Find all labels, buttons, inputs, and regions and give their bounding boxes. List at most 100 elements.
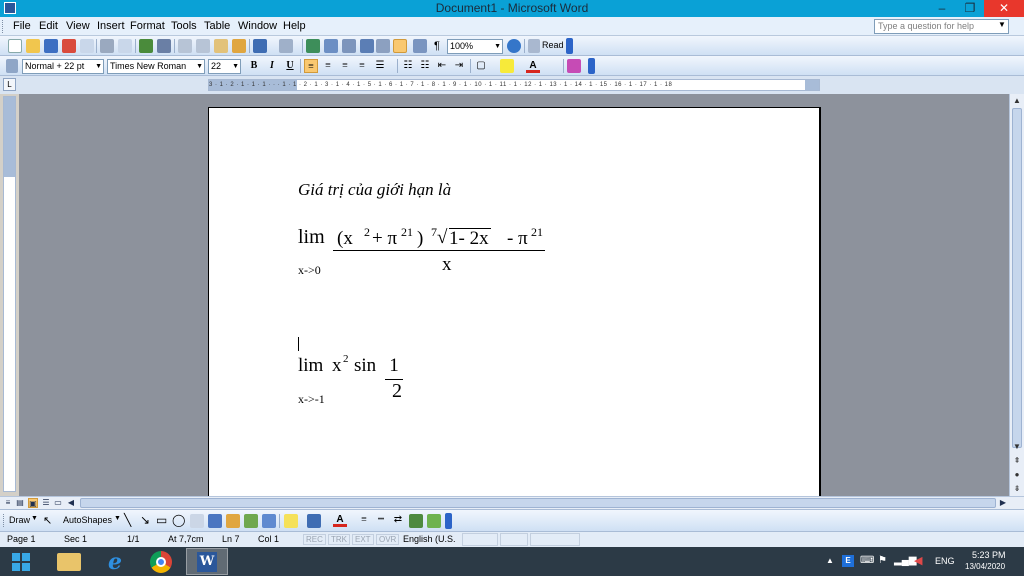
underline-button[interactable]: U [283, 59, 297, 73]
3d-style-icon[interactable] [427, 514, 441, 528]
print-icon[interactable] [100, 39, 114, 53]
insert-table-icon[interactable] [342, 39, 356, 53]
open-folder-icon[interactable] [26, 39, 40, 53]
vertical-scrollbar[interactable]: ▲ ▼ ⇞ ● ⇟ [1009, 94, 1024, 496]
increase-indent-icon[interactable]: ⇥ [452, 59, 466, 73]
outline-view-icon[interactable]: ☰ [41, 498, 51, 508]
style-select[interactable]: Normal + 22 pt ▼ [22, 59, 104, 74]
cut-icon[interactable] [178, 39, 192, 53]
menu-edit[interactable]: Edit [39, 20, 58, 32]
scroll-thumb[interactable] [1012, 108, 1022, 448]
wordart-icon[interactable] [208, 514, 222, 528]
next-page-icon[interactable]: ⇟ [1010, 482, 1024, 496]
normal-view-icon[interactable]: ≡ [3, 498, 13, 508]
scroll-right-icon[interactable]: ▶ [998, 498, 1008, 508]
paste-icon[interactable] [214, 39, 228, 53]
hyperlink-icon[interactable] [306, 39, 320, 53]
align-left-icon[interactable]: ≡ [304, 59, 318, 73]
menu-grip-handle[interactable] [2, 20, 5, 33]
help-dropdown-icon[interactable]: ▼ [998, 20, 1006, 29]
tables-borders-icon[interactable] [324, 39, 338, 53]
clock-date[interactable]: 13/04/2020 [965, 562, 1005, 571]
spelling-icon[interactable] [139, 39, 153, 53]
autoshapes-dropdown-icon[interactable]: ▼ [114, 515, 121, 522]
vertical-ruler[interactable] [3, 96, 16, 492]
clip-art-icon[interactable] [244, 514, 258, 528]
horizontal-scroll-thumb[interactable] [80, 498, 996, 508]
document-map-icon[interactable] [413, 39, 427, 53]
email-icon[interactable] [80, 39, 94, 53]
chrome-icon[interactable] [140, 548, 182, 575]
line-spacing-icon[interactable]: ☰ [373, 59, 387, 73]
document-page[interactable]: Giá trị của giới hạn là lim (x 2 + π 21 … [208, 107, 821, 496]
menu-help[interactable]: Help [283, 20, 306, 32]
line-color-icon[interactable] [307, 514, 321, 528]
horizontal-ruler[interactable]: 3 · 1 · 2 · 1 · 1 · 1 · · · 1 · 1 · 2 · … [208, 79, 820, 91]
print-layout-icon[interactable]: ▣ [28, 498, 38, 508]
research-icon[interactable] [157, 39, 171, 53]
select-objects-icon[interactable]: ↖ [43, 514, 52, 527]
tray-keyboard-icon[interactable]: ⌨ [860, 555, 874, 566]
help-icon[interactable] [507, 39, 521, 53]
tray-expand-icon[interactable]: ▲ [826, 556, 834, 565]
format-painter-icon[interactable] [232, 39, 246, 53]
fill-color-icon[interactable] [284, 514, 298, 528]
word-taskbar-icon[interactable]: W [186, 548, 228, 575]
menu-file[interactable]: File [13, 20, 31, 32]
draw-dropdown-icon[interactable]: ▼ [31, 515, 38, 522]
tab-selector[interactable]: L [3, 78, 16, 91]
italic-button[interactable]: I [265, 59, 279, 73]
save-icon[interactable] [44, 39, 58, 53]
web-layout-icon[interactable]: ▤ [15, 498, 25, 508]
drawing-icon[interactable] [393, 39, 407, 53]
font-color-icon[interactable]: A [526, 59, 540, 73]
formatting-options-icon[interactable] [588, 58, 595, 74]
line-icon[interactable]: ╲ [124, 513, 131, 527]
menu-insert[interactable]: Insert [97, 20, 125, 32]
status-ext[interactable]: EXT [352, 534, 374, 545]
scroll-down-icon[interactable]: ▼ [1010, 440, 1024, 454]
drawing-options-icon[interactable] [445, 513, 452, 529]
previous-page-icon[interactable]: ⇞ [1010, 454, 1024, 468]
print-preview-icon[interactable] [118, 39, 132, 53]
status-rec[interactable]: REC [303, 534, 326, 545]
align-right-icon[interactable]: ≡ [338, 59, 352, 73]
clock-time[interactable]: 5:23 PM [972, 550, 1006, 560]
undo-icon[interactable] [253, 39, 267, 53]
tray-app-icon[interactable]: E [842, 555, 854, 567]
arrow-icon[interactable]: ↘ [140, 513, 150, 527]
tray-flag-icon[interactable]: ⚑ [878, 555, 887, 566]
drawing-font-color-icon[interactable]: A [333, 513, 347, 527]
toolbar-options-icon[interactable] [566, 38, 573, 54]
close-button[interactable]: ✕ [984, 0, 1024, 17]
reading-layout-icon[interactable]: ▭ [53, 498, 63, 508]
insert-picture-icon[interactable] [262, 514, 276, 528]
read-button-label[interactable]: Read [542, 40, 564, 50]
menu-format[interactable]: Format [130, 20, 165, 32]
copy-icon[interactable] [196, 39, 210, 53]
file-explorer-icon[interactable] [48, 548, 90, 575]
oval-icon[interactable]: ◯ [172, 513, 185, 527]
zoom-select[interactable]: 100% ▼ [447, 39, 503, 54]
font-size-select[interactable]: 22 ▼ [208, 59, 241, 74]
arrow-style-icon[interactable]: ⇄ [391, 513, 405, 527]
font-select[interactable]: Times New Roman ▼ [107, 59, 205, 74]
language-indicator[interactable]: ENG [935, 556, 955, 566]
tray-volume-icon[interactable]: ◀ [914, 554, 922, 567]
draw-menu-button[interactable]: Draw [9, 515, 30, 525]
borders-icon[interactable]: ▢ [474, 59, 488, 73]
status-trk[interactable]: TRK [328, 534, 350, 545]
align-center-icon[interactable]: ≡ [321, 59, 335, 73]
help-search-box[interactable]: Type a question for help [874, 19, 1009, 34]
read-icon[interactable] [528, 39, 540, 53]
show-hide-icon[interactable]: ¶ [434, 40, 440, 52]
diagram-icon[interactable] [226, 514, 240, 528]
styles-icon[interactable] [6, 59, 18, 73]
internet-explorer-icon[interactable]: e [94, 548, 136, 575]
status-ovr[interactable]: OVR [376, 534, 400, 545]
menu-window[interactable]: Window [238, 20, 277, 32]
menu-view[interactable]: View [66, 20, 90, 32]
autoshapes-menu-button[interactable]: AutoShapes [63, 515, 112, 525]
drawing-grip-handle[interactable] [3, 514, 6, 527]
bold-button[interactable]: B [247, 59, 261, 73]
